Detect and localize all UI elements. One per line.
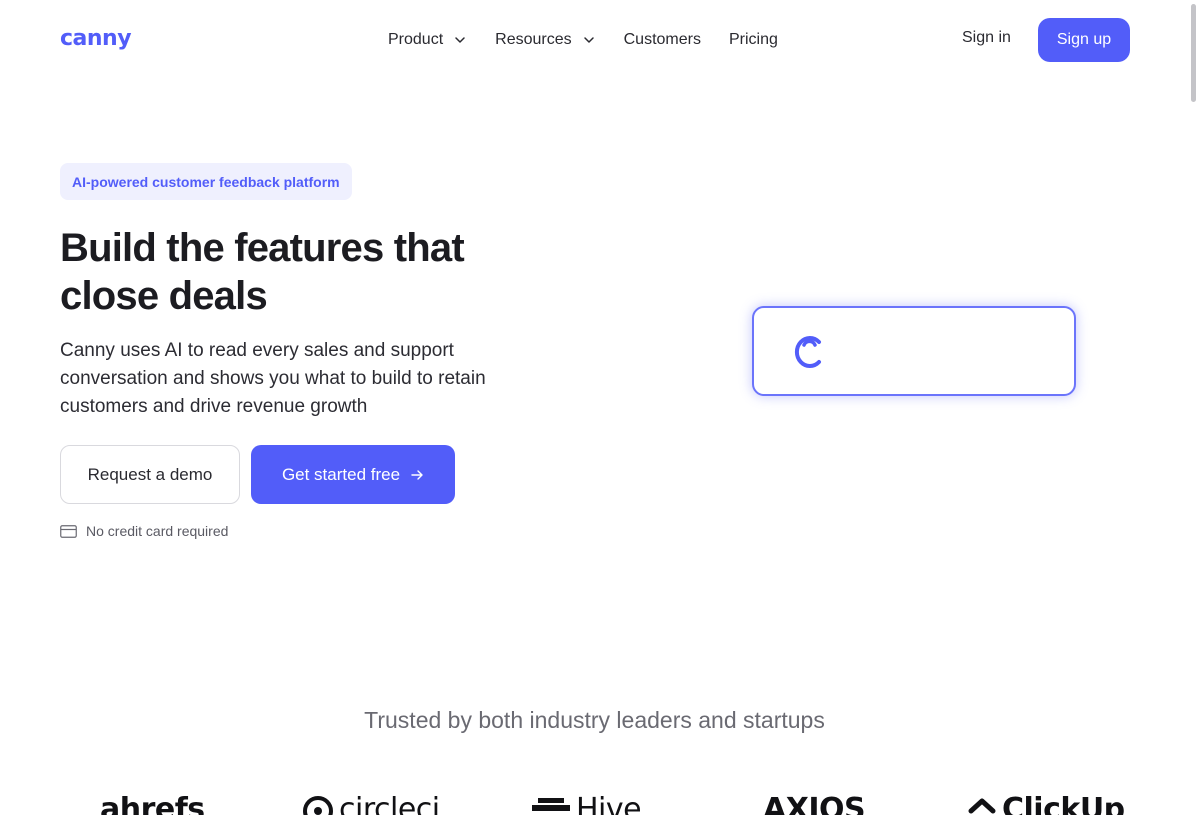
sign-up-button[interactable]: Sign up (1038, 18, 1130, 62)
arrow-right-icon (411, 469, 423, 480)
clickup-mark-icon (968, 798, 996, 813)
hero-badge: AI-powered customer feedback platform (60, 163, 352, 200)
hive-logo: Hive (532, 792, 642, 815)
nav-item-label: Pricing (728, 31, 778, 48)
customer-logos: ahrefs circleci Hive AXIOS ClickUp (0, 795, 1200, 815)
chevron-down-icon (583, 37, 594, 43)
clickup-logo-text: ClickUp (1002, 792, 1125, 815)
circleci-logo-text: circleci (339, 792, 440, 815)
trusted-by-heading: Trusted by both industry leaders and sta… (364, 707, 825, 733)
axios-logo: AXIOS (763, 792, 866, 815)
no-credit-card-note: No credit card required (60, 523, 228, 539)
nav-item-label: Customers (623, 31, 701, 48)
ahrefs-logo: ahrefs (100, 792, 205, 815)
hero-subtext: Canny uses AI to read every sales and su… (60, 340, 486, 417)
nav-item-product[interactable]: Product (388, 28, 467, 52)
get-started-button[interactable]: Get started free (251, 445, 455, 504)
credit-card-icon (60, 524, 77, 538)
page: canny Product Resources Customers Pricin… (0, 0, 1200, 815)
nav-item-label: Resources (495, 31, 572, 48)
main-nav: Product Resources Customers Pricing (388, 28, 806, 52)
circleci-mark-icon (303, 795, 333, 815)
hero-headline: Build the features that close deals (60, 226, 465, 318)
circleci-logo: circleci (303, 795, 440, 815)
nav-item-customers[interactable]: Customers (624, 28, 701, 52)
chevron-down-icon (455, 37, 465, 43)
request-demo-button[interactable]: Request a demo (60, 445, 240, 504)
canny-c-icon (794, 336, 821, 368)
canny-logo[interactable]: canny (60, 26, 132, 51)
nav-item-pricing[interactable]: Pricing (729, 28, 778, 52)
no-credit-card-text: No credit card required (86, 523, 229, 539)
hive-logo-text: Hive (576, 792, 642, 815)
nav-item-label: Product (388, 31, 444, 48)
page-scrollbar[interactable] (1191, 4, 1196, 102)
hero-animation-card (752, 306, 1076, 396)
hive-mark-icon (532, 797, 570, 811)
clickup-logo: ClickUp (968, 795, 1125, 815)
sign-in-link[interactable]: Sign in (962, 29, 1011, 47)
get-started-label: Get started free (281, 464, 401, 484)
nav-item-resources[interactable]: Resources (495, 28, 595, 52)
